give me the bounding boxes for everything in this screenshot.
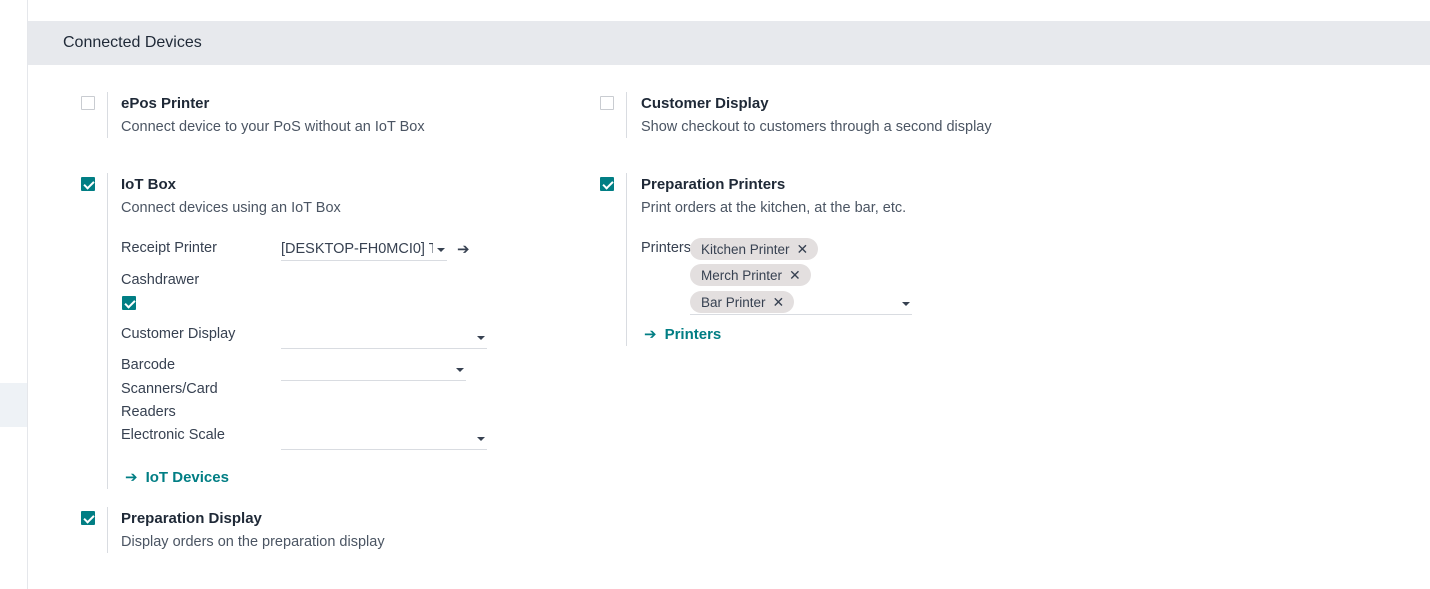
customer-display-checkbox[interactable] — [600, 96, 614, 110]
iot-box-description: Connect devices using an IoT Box — [121, 200, 341, 216]
left-sidebar — [0, 0, 28, 589]
tag-merch-printer: Merch Printer ✕ — [690, 264, 811, 286]
iot-devices-link[interactable]: ➔ IoT Devices — [125, 468, 229, 486]
sidebar-active-item[interactable] — [0, 383, 27, 427]
preparation-display-title: Preparation Display — [121, 510, 262, 527]
printers-link[interactable]: ➔ Printers — [644, 325, 721, 343]
receipt-printer-select[interactable]: [DESKTOP-FH0MCI0] TF — [281, 239, 447, 261]
chevron-down-icon — [477, 437, 485, 441]
open-record-arrow-icon[interactable]: ➔ — [457, 240, 470, 258]
electronic-scale-label: Electronic Scale — [121, 427, 225, 443]
divider — [107, 173, 108, 489]
tag-kitchen-printer: Kitchen Printer ✕ — [690, 238, 819, 260]
customer-display-title: Customer Display — [641, 95, 769, 112]
preparation-printers-checkbox[interactable] — [600, 177, 614, 191]
receipt-printer-value: [DESKTOP-FH0MCI0] TF — [281, 241, 433, 257]
epos-printer-checkbox[interactable] — [81, 96, 95, 110]
divider — [107, 92, 108, 138]
divider — [626, 92, 627, 138]
arrow-right-icon: ➔ — [644, 326, 657, 343]
section-header: Connected Devices — [28, 21, 1430, 65]
remove-tag-icon[interactable]: ✕ — [797, 241, 809, 258]
preparation-display-description: Display orders on the preparation displa… — [121, 534, 385, 550]
divider — [107, 507, 108, 553]
arrow-right-icon: ➔ — [125, 469, 138, 486]
printers-label: Printers — [641, 240, 691, 256]
preparation-printers-title: Preparation Printers — [641, 176, 786, 193]
preparation-display-checkbox[interactable] — [81, 511, 95, 525]
printers-many2many-input[interactable] — [690, 293, 912, 315]
electronic-scale-select[interactable] — [281, 428, 487, 450]
iot-box-checkbox[interactable] — [81, 177, 95, 191]
iot-box-title: IoT Box — [121, 176, 176, 193]
epos-printer-title: ePos Printer — [121, 95, 210, 112]
barcode-scanners-label: Barcode Scanners/Card Readers — [121, 357, 218, 420]
preparation-printers-description: Print orders at the kitchen, at the bar,… — [641, 200, 907, 216]
section-title: Connected Devices — [63, 34, 202, 51]
divider — [626, 173, 627, 346]
cashdrawer-label: Cashdrawer — [121, 272, 200, 288]
chevron-down-icon — [456, 368, 464, 372]
receipt-printer-label: Receipt Printer — [121, 240, 217, 256]
cashdrawer-checkbox[interactable] — [122, 296, 136, 310]
chevron-down-icon — [902, 302, 910, 306]
epos-printer-description: Connect device to your PoS without an Io… — [121, 119, 425, 135]
customer-display-device-select[interactable] — [281, 327, 487, 349]
chevron-down-icon — [477, 336, 485, 340]
customer-display-description: Show checkout to customers through a sec… — [641, 119, 992, 135]
customer-display-device-label: Customer Display — [121, 326, 236, 342]
chevron-down-icon — [437, 248, 445, 252]
barcode-scanners-select[interactable] — [281, 359, 466, 381]
remove-tag-icon[interactable]: ✕ — [789, 267, 801, 284]
